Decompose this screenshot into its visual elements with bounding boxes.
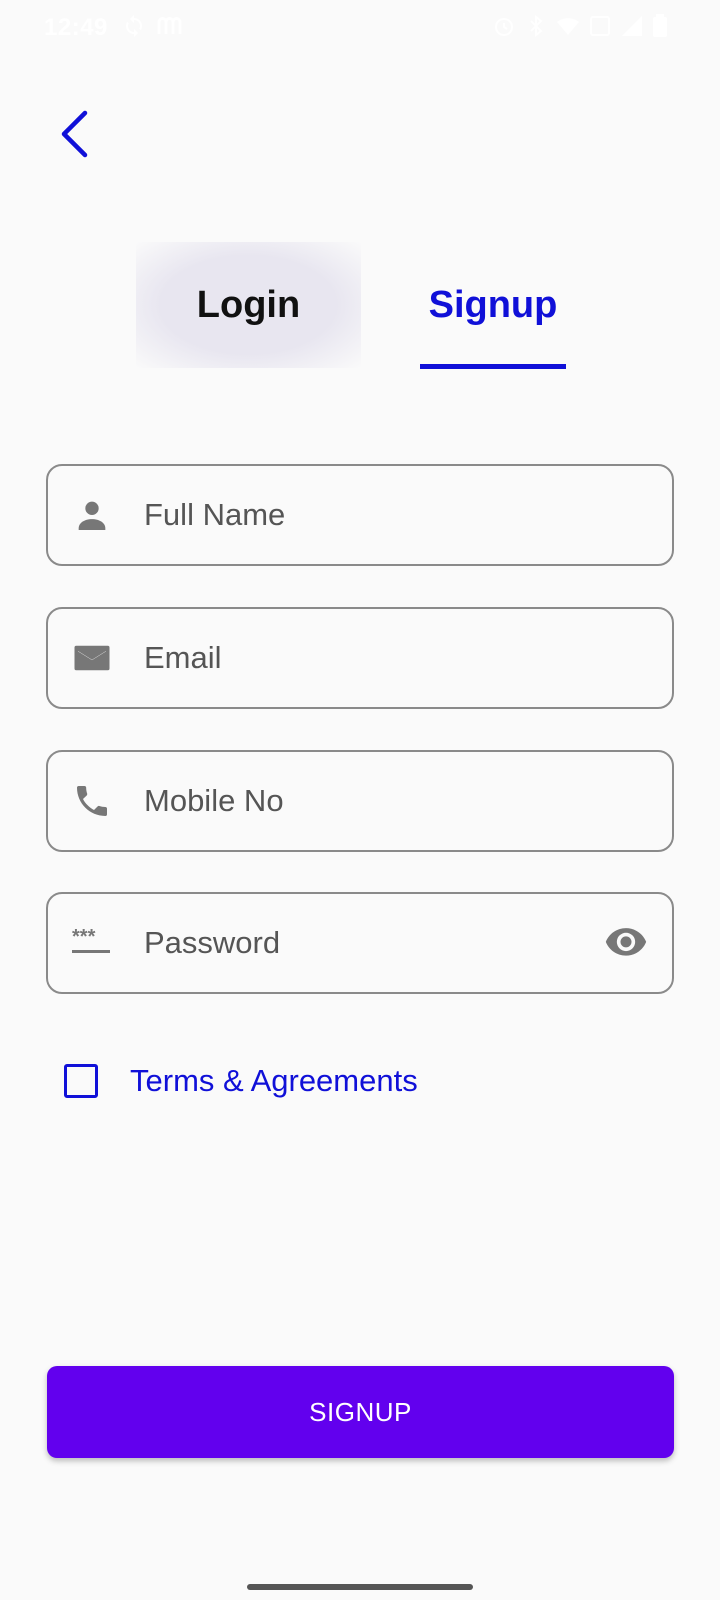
bluetooth-icon xyxy=(524,14,548,38)
status-time: 12:49 xyxy=(44,14,108,41)
eye-icon xyxy=(604,919,648,968)
toggle-password-visibility[interactable] xyxy=(602,919,650,967)
messenger-icon xyxy=(156,14,182,38)
home-indicator[interactable] xyxy=(247,1584,473,1590)
tab-active-indicator xyxy=(420,364,566,369)
email-input[interactable] xyxy=(144,609,584,707)
status-bar: 12:49 xyxy=(0,0,720,56)
full-name-field xyxy=(46,464,674,566)
terms-checkbox[interactable] xyxy=(64,1064,98,1098)
chevron-left-icon xyxy=(59,110,89,163)
terms-label[interactable]: Terms & Agreements xyxy=(130,1063,418,1099)
full-name-input[interactable] xyxy=(144,466,584,564)
back-button[interactable] xyxy=(52,108,96,164)
signal-icon xyxy=(620,14,644,38)
phone-icon xyxy=(70,779,114,823)
status-right-icons xyxy=(492,14,676,38)
password-field: *** xyxy=(46,892,674,994)
tab-signup[interactable]: Signup xyxy=(420,242,566,368)
sync-icon xyxy=(122,14,146,38)
alarm-icon xyxy=(492,14,516,38)
person-icon xyxy=(70,493,114,537)
data-icon xyxy=(588,14,612,38)
wifi-icon xyxy=(556,14,580,38)
svg-text:***: *** xyxy=(72,926,96,948)
email-field xyxy=(46,607,674,709)
mobile-input[interactable] xyxy=(144,752,584,850)
auth-tabs: Login Signup xyxy=(0,242,720,370)
mobile-field xyxy=(46,750,674,852)
password-input[interactable] xyxy=(144,894,584,992)
status-left-icons xyxy=(122,14,182,38)
tab-login[interactable]: Login xyxy=(136,242,361,368)
password-icon: *** xyxy=(70,921,114,965)
battery-icon xyxy=(652,14,676,38)
signup-button[interactable]: SIGNUP xyxy=(47,1366,674,1458)
terms-row: Terms & Agreements xyxy=(62,1060,418,1102)
mail-icon xyxy=(70,636,114,680)
